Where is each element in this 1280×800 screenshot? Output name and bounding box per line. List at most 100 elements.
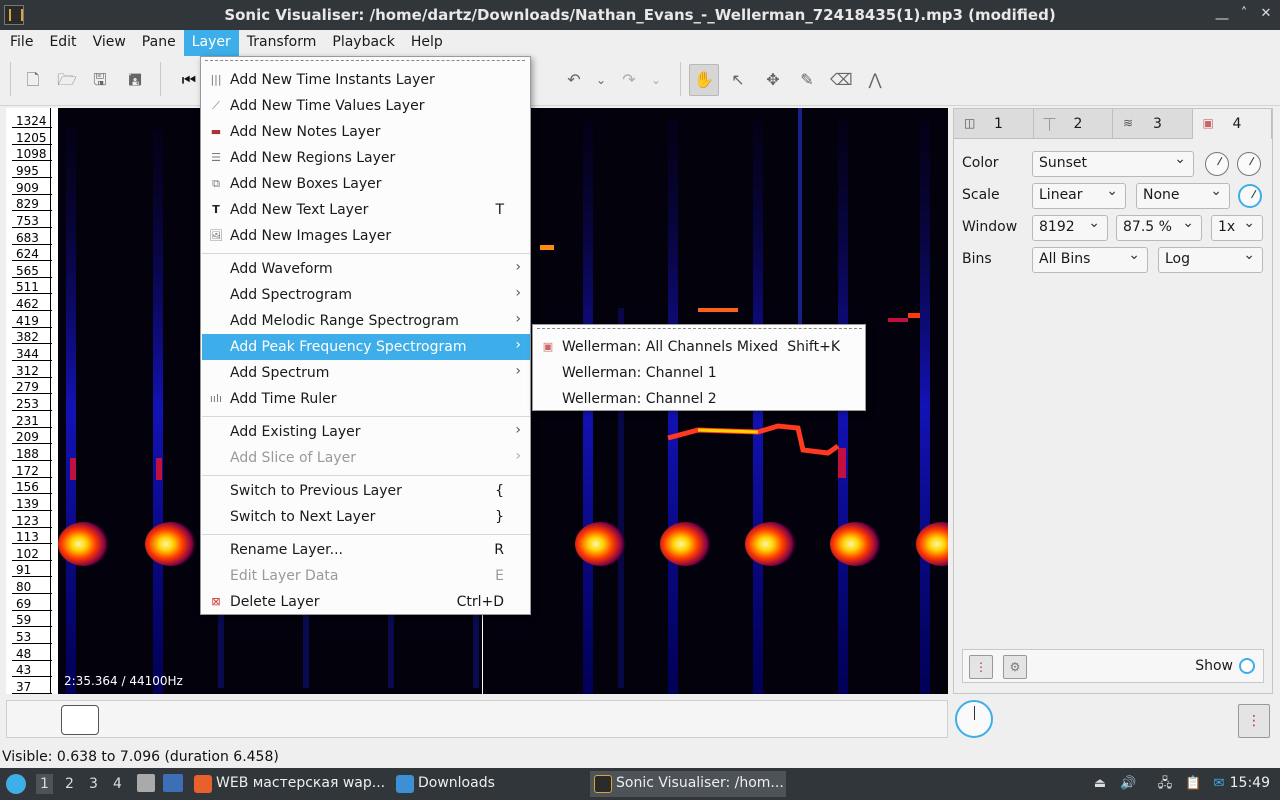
overview-strip[interactable] xyxy=(6,700,948,738)
minimize-button[interactable]: ⎽ xyxy=(1214,6,1230,22)
menu-add-slice-of-layer[interactable]: Add Slice of Layer › xyxy=(202,445,530,471)
clipboard-icon[interactable]: 📋 xyxy=(1185,776,1201,792)
file-manager-icon[interactable] xyxy=(137,774,155,792)
bins-select[interactable]: All Bins xyxy=(1032,247,1148,273)
menu-tear-off[interactable] xyxy=(205,60,525,61)
menu-edit-layer-data[interactable]: Edit Layer Data E xyxy=(202,563,530,589)
workspace-2[interactable]: 2 xyxy=(65,776,74,792)
menu-view[interactable]: View xyxy=(85,30,134,56)
network-icon[interactable]: 🖧 xyxy=(1157,776,1173,792)
workspace-3[interactable]: 3 xyxy=(89,776,98,792)
window-title: Sonic Visualiser: /home/dartz/Downloads/… xyxy=(224,6,1056,24)
frequency-scale-select[interactable]: Log xyxy=(1158,247,1263,273)
menu-add-notes-layer[interactable]: ▬ Add New Notes Layer xyxy=(202,119,530,145)
frequency-tick: 829 xyxy=(12,197,52,212)
color-rotation-dial[interactable] xyxy=(1237,152,1261,176)
measure-icon[interactable]: ⋀ xyxy=(864,68,886,92)
show-desktop-icon[interactable] xyxy=(163,774,183,792)
menu-switch-next-layer[interactable]: Switch to Next Layer} xyxy=(202,504,530,530)
menu-pane[interactable]: Pane xyxy=(134,30,184,56)
layer-controls-bar: ⋮ ⚙ Show xyxy=(962,649,1264,683)
menu-separator xyxy=(202,416,530,417)
frequency-tick: 462 xyxy=(12,297,52,312)
undo-icon[interactable]: ↶ xyxy=(563,68,585,92)
menu-rename-layer[interactable]: Rename Layer... R xyxy=(202,537,530,563)
menu-add-waveform[interactable]: Add Waveform › xyxy=(202,256,530,282)
frequency-tick: 419 xyxy=(12,314,52,328)
close-button[interactable]: ✕ xyxy=(1258,6,1274,22)
menu-add-boxes-layer[interactable]: ⧉ Add New Boxes Layer xyxy=(202,171,530,197)
overview-selection-box[interactable] xyxy=(61,705,99,735)
open-file-icon[interactable]: 🗁 xyxy=(56,68,78,92)
frequency-tick: 1205 xyxy=(12,131,52,145)
menu-edit[interactable]: Edit xyxy=(41,30,84,56)
window-size-select[interactable]: 8192 xyxy=(1032,215,1108,241)
redo-menu-chevron-icon[interactable]: ⌄ xyxy=(645,68,667,92)
draw-pencil-icon[interactable]: ✎ xyxy=(796,68,818,92)
tab-layer-4[interactable]: ▣ 4 xyxy=(1192,109,1272,139)
menu-add-existing-layer[interactable]: Add Existing Layer › xyxy=(202,419,530,445)
menu-tear-off[interactable] xyxy=(537,328,862,329)
menu-switch-previous-layer[interactable]: Switch to Previous Layer{ xyxy=(202,478,530,504)
menu-file[interactable]: File xyxy=(2,30,41,56)
notification-icon[interactable]: ✉ xyxy=(1211,776,1227,792)
start-menu-icon[interactable] xyxy=(6,774,26,794)
layer-settings-icon[interactable]: ⚙ xyxy=(1003,655,1027,679)
maximize-button[interactable]: ˄ xyxy=(1236,6,1252,22)
redo-icon[interactable]: ↷ xyxy=(618,68,640,92)
workspace-4[interactable]: 4 xyxy=(113,776,122,792)
menu-add-spectrum[interactable]: Add Spectrum › xyxy=(202,360,530,386)
play-parameters-icon[interactable]: ⋮ xyxy=(969,655,993,679)
move-icon[interactable]: ✥ xyxy=(762,68,784,92)
menu-add-time-ruler[interactable]: ıılı Add Time Ruler xyxy=(202,386,530,412)
spectrogram-icon: ▣ xyxy=(1202,116,1214,130)
task-downloads[interactable]: Downloads xyxy=(392,771,584,797)
tab-layer-3[interactable]: ≋ 3 xyxy=(1113,109,1193,139)
save-session-icon[interactable]: 🖪 xyxy=(124,68,146,92)
menu-transform[interactable]: Transform xyxy=(239,30,325,56)
gain-dial[interactable] xyxy=(1205,152,1229,176)
menu-add-time-instants-layer[interactable]: ||| Add New Time Instants Layer xyxy=(202,67,530,93)
select-arrow-icon[interactable]: ↖ xyxy=(727,68,749,92)
submenu-all-channels-mixed[interactable]: ▣ Wellerman: All Channels Mixed Shift+K xyxy=(534,334,866,360)
playback-speed-dial[interactable] xyxy=(955,700,993,738)
navigate-hand-icon[interactable]: ✋ xyxy=(689,64,719,96)
volume-icon[interactable]: 🔊 xyxy=(1120,776,1136,792)
menu-add-peak-frequency-spectrogram[interactable]: Add Peak Frequency Spectrogram › xyxy=(202,334,530,360)
menu-add-spectrogram[interactable]: Add Spectrogram › xyxy=(202,282,530,308)
submenu-arrow-icon: › xyxy=(515,422,521,438)
tab-pane-1[interactable]: ◫ 1 xyxy=(954,109,1034,139)
submenu-channel-2[interactable]: Wellerman: Channel 2 xyxy=(534,386,866,412)
taskbar: 1 2 3 4 WEB мастерская wap... Downloads … xyxy=(0,768,1280,800)
toolbar: 🗋 🗁 🖫 🖪 ⏮ ↶ ⌄ ↷ ⌄ ✋ ↖ ✥ ✎ ⌫ ⋀ xyxy=(0,56,1280,106)
submenu-channel-1[interactable]: Wellerman: Channel 1 xyxy=(534,360,866,386)
menu-add-time-values-layer[interactable]: ⟋ Add New Time Values Layer xyxy=(202,93,530,119)
menu-add-images-layer[interactable]: 🖼 Add New Images Layer xyxy=(202,223,530,249)
show-layer-toggle[interactable] xyxy=(1239,658,1255,674)
oversampling-select[interactable]: 1x xyxy=(1211,215,1263,241)
task-web-browser[interactable]: WEB мастерская wap... xyxy=(190,771,386,797)
erase-icon[interactable]: ⌫ xyxy=(830,68,853,92)
rewind-start-icon[interactable]: ⏮ xyxy=(178,68,200,92)
new-file-icon[interactable]: 🗋 xyxy=(22,68,44,92)
eject-icon[interactable]: ⏏ xyxy=(1092,776,1108,792)
workspace-1[interactable]: 1 xyxy=(36,774,53,794)
threshold-dial[interactable] xyxy=(1238,184,1262,208)
save-icon[interactable]: 🖫 xyxy=(89,68,111,92)
menu-playback[interactable]: Playback xyxy=(324,30,402,56)
menu-layer[interactable]: Layer xyxy=(183,30,239,56)
frequency-tick: 1098 xyxy=(12,147,52,162)
undo-menu-chevron-icon[interactable]: ⌄ xyxy=(590,68,612,92)
color-map-select[interactable]: Sunset xyxy=(1032,151,1194,177)
normalize-select[interactable]: None xyxy=(1136,183,1230,209)
tab-layer-2[interactable]: ⏉ 2 xyxy=(1033,109,1113,139)
menu-delete-layer[interactable]: ⊠ Delete Layer Ctrl+D xyxy=(202,589,530,615)
window-overlap-select[interactable]: 87.5 % xyxy=(1116,215,1202,241)
menu-add-text-layer[interactable]: T Add New Text Layer T xyxy=(202,197,530,223)
menu-add-regions-layer[interactable]: ☰ Add New Regions Layer xyxy=(202,145,530,171)
menu-help[interactable]: Help xyxy=(403,30,451,56)
playback-parameters-icon[interactable]: ⋮ xyxy=(1238,704,1270,738)
task-sonic-visualiser[interactable]: Sonic Visualiser: /hom... xyxy=(590,771,786,797)
menu-add-melodic-range-spectrogram[interactable]: Add Melodic Range Spectrogram › xyxy=(202,308,530,334)
scale-select[interactable]: Linear xyxy=(1032,183,1126,209)
